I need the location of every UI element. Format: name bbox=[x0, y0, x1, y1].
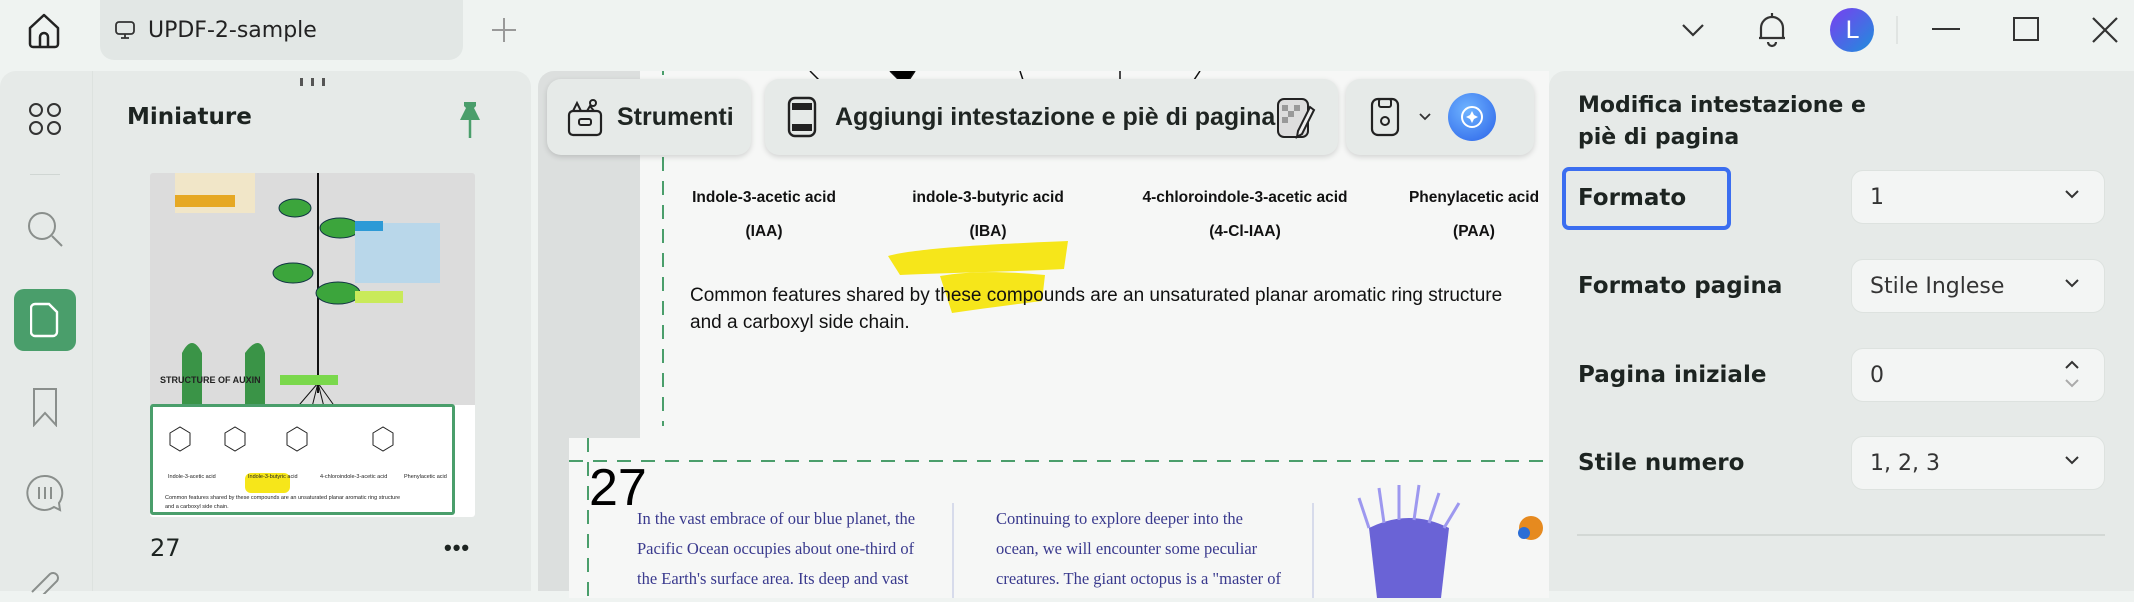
chevron-down-icon[interactable] bbox=[1418, 112, 1432, 122]
text-line: Continuing to explore deeper into the bbox=[996, 509, 1243, 528]
bookmark-icon[interactable] bbox=[22, 384, 68, 430]
stile-numero-value: 1, 2, 3 bbox=[1870, 450, 1940, 476]
text-line: Pacific Ocean occupies about one-third o… bbox=[637, 539, 915, 558]
thumbnail-selection bbox=[150, 404, 455, 515]
header-footer-icon bbox=[787, 96, 817, 138]
stile-numero-dropdown[interactable]: 1, 2, 3 bbox=[1851, 436, 2105, 490]
text-column-2: Continuing to explore deeper into the oce… bbox=[996, 504, 1281, 594]
tools-button[interactable]: Strumenti bbox=[547, 79, 751, 155]
tab-title: UPDF-2-sample bbox=[148, 17, 317, 43]
chevron-down-icon bbox=[2065, 456, 2079, 465]
field-label-formato: Formato bbox=[1578, 185, 1687, 211]
bell-icon[interactable] bbox=[1757, 10, 1787, 50]
panel-heading-line: Modifica intestazione e bbox=[1578, 93, 1866, 118]
paragraph-line: and a carboxyl side chain. bbox=[690, 312, 910, 333]
compound-name: Indole-3-acetic acid bbox=[692, 189, 836, 206]
divider bbox=[30, 174, 60, 175]
pin-icon[interactable] bbox=[456, 100, 484, 140]
drag-handle[interactable] bbox=[300, 78, 325, 86]
minimize-icon[interactable] bbox=[1932, 28, 1960, 30]
new-tab-plus-icon[interactable] bbox=[490, 16, 518, 44]
monitor-icon bbox=[115, 21, 135, 39]
document-paragraph: Common features shared by these compound… bbox=[690, 282, 1502, 336]
text-line: the Earth's surface area. Its deep and v… bbox=[637, 569, 909, 588]
paragraph-line: Common features shared by these compound… bbox=[690, 285, 1503, 306]
chevron-down-icon bbox=[2065, 279, 2079, 288]
more-options-icon[interactable]: ••• bbox=[444, 535, 470, 561]
home-icon[interactable] bbox=[24, 10, 64, 50]
toolbox-icon bbox=[567, 99, 603, 137]
formato-value: 1 bbox=[1870, 184, 1884, 210]
page-icon bbox=[30, 302, 59, 338]
compound-name: 4-chloroindole-3-acetic acid bbox=[1142, 189, 1348, 206]
field-label-formato-pagina: Formato pagina bbox=[1578, 273, 1783, 299]
formato-pagina-dropdown[interactable]: Stile Inglese bbox=[1851, 259, 2105, 313]
compound-abbr: (PAA) bbox=[1453, 223, 1495, 240]
compound-abbr: (4-Cl-IAA) bbox=[1209, 223, 1281, 240]
thumbnail-page-number: 27 bbox=[150, 534, 181, 562]
compound-name: indole-3-butyric acid bbox=[912, 189, 1064, 206]
avatar-letter: L bbox=[1845, 16, 1859, 44]
compound-abbr: (IBA) bbox=[969, 223, 1007, 240]
watermark-edit-icon[interactable] bbox=[1276, 97, 1316, 139]
svg-text:STRUCTURE OF AUXIN: STRUCTURE OF AUXIN bbox=[160, 375, 261, 385]
stepper-down-icon[interactable] bbox=[2064, 377, 2080, 389]
header-footer-tool[interactable]: Aggiungi intestazione e piè di pagina bbox=[765, 79, 1338, 155]
ai-assistant-button[interactable] bbox=[1448, 93, 1496, 141]
maximize-icon[interactable] bbox=[2013, 17, 2039, 41]
text-line: creatures. The giant octopus is a "maste… bbox=[996, 569, 1282, 588]
text-line: In the vast embrace of our blue planet, … bbox=[637, 509, 916, 528]
stepper-up-icon[interactable] bbox=[2064, 359, 2080, 371]
text-line: ocean, we will encounter some peculiar bbox=[996, 539, 1258, 558]
header-footer-label: Aggiungi intestazione e piè di pagina bbox=[835, 102, 1276, 131]
close-icon[interactable] bbox=[2091, 16, 2119, 44]
ai-sparkle-icon bbox=[1461, 106, 1483, 128]
divider bbox=[1577, 534, 2105, 536]
document-tab[interactable]: UPDF-2-sample bbox=[100, 0, 463, 60]
grid-icon[interactable] bbox=[22, 96, 68, 142]
compound-abbr: (IAA) bbox=[745, 223, 783, 240]
paperclip-icon[interactable] bbox=[22, 556, 68, 602]
save-icon[interactable] bbox=[1370, 97, 1400, 137]
avatar[interactable]: L bbox=[1830, 8, 1874, 52]
chevron-down-icon bbox=[2065, 190, 2079, 199]
formato-dropdown[interactable]: 1 bbox=[1851, 170, 2105, 224]
panel-title: Miniature bbox=[127, 104, 252, 130]
comment-icon[interactable] bbox=[22, 470, 68, 516]
divider bbox=[1896, 16, 1898, 44]
tools-label: Strumenti bbox=[617, 102, 734, 131]
panel-heading-line: piè di pagina bbox=[1578, 125, 1740, 150]
thumbnails-button[interactable] bbox=[14, 289, 76, 351]
chevron-down-icon[interactable] bbox=[1680, 20, 1706, 40]
save-tool-group bbox=[1346, 79, 1534, 155]
compound-name: Phenylacetic acid bbox=[1408, 189, 1540, 206]
text-column-1: In the vast embrace of our blue planet, … bbox=[637, 504, 915, 594]
panel-heading: Modifica intestazione e piè di pagina bbox=[1578, 90, 1866, 154]
formato-pagina-value: Stile Inglese bbox=[1870, 273, 2005, 299]
field-label-pagina-iniziale: Pagina iniziale bbox=[1578, 362, 1767, 388]
pagina-iniziale-stepper[interactable]: 0 bbox=[1851, 348, 2105, 402]
search-icon[interactable] bbox=[22, 206, 68, 252]
field-label-stile-numero: Stile numero bbox=[1578, 450, 1745, 476]
pagina-iniziale-value: 0 bbox=[1870, 362, 1884, 388]
